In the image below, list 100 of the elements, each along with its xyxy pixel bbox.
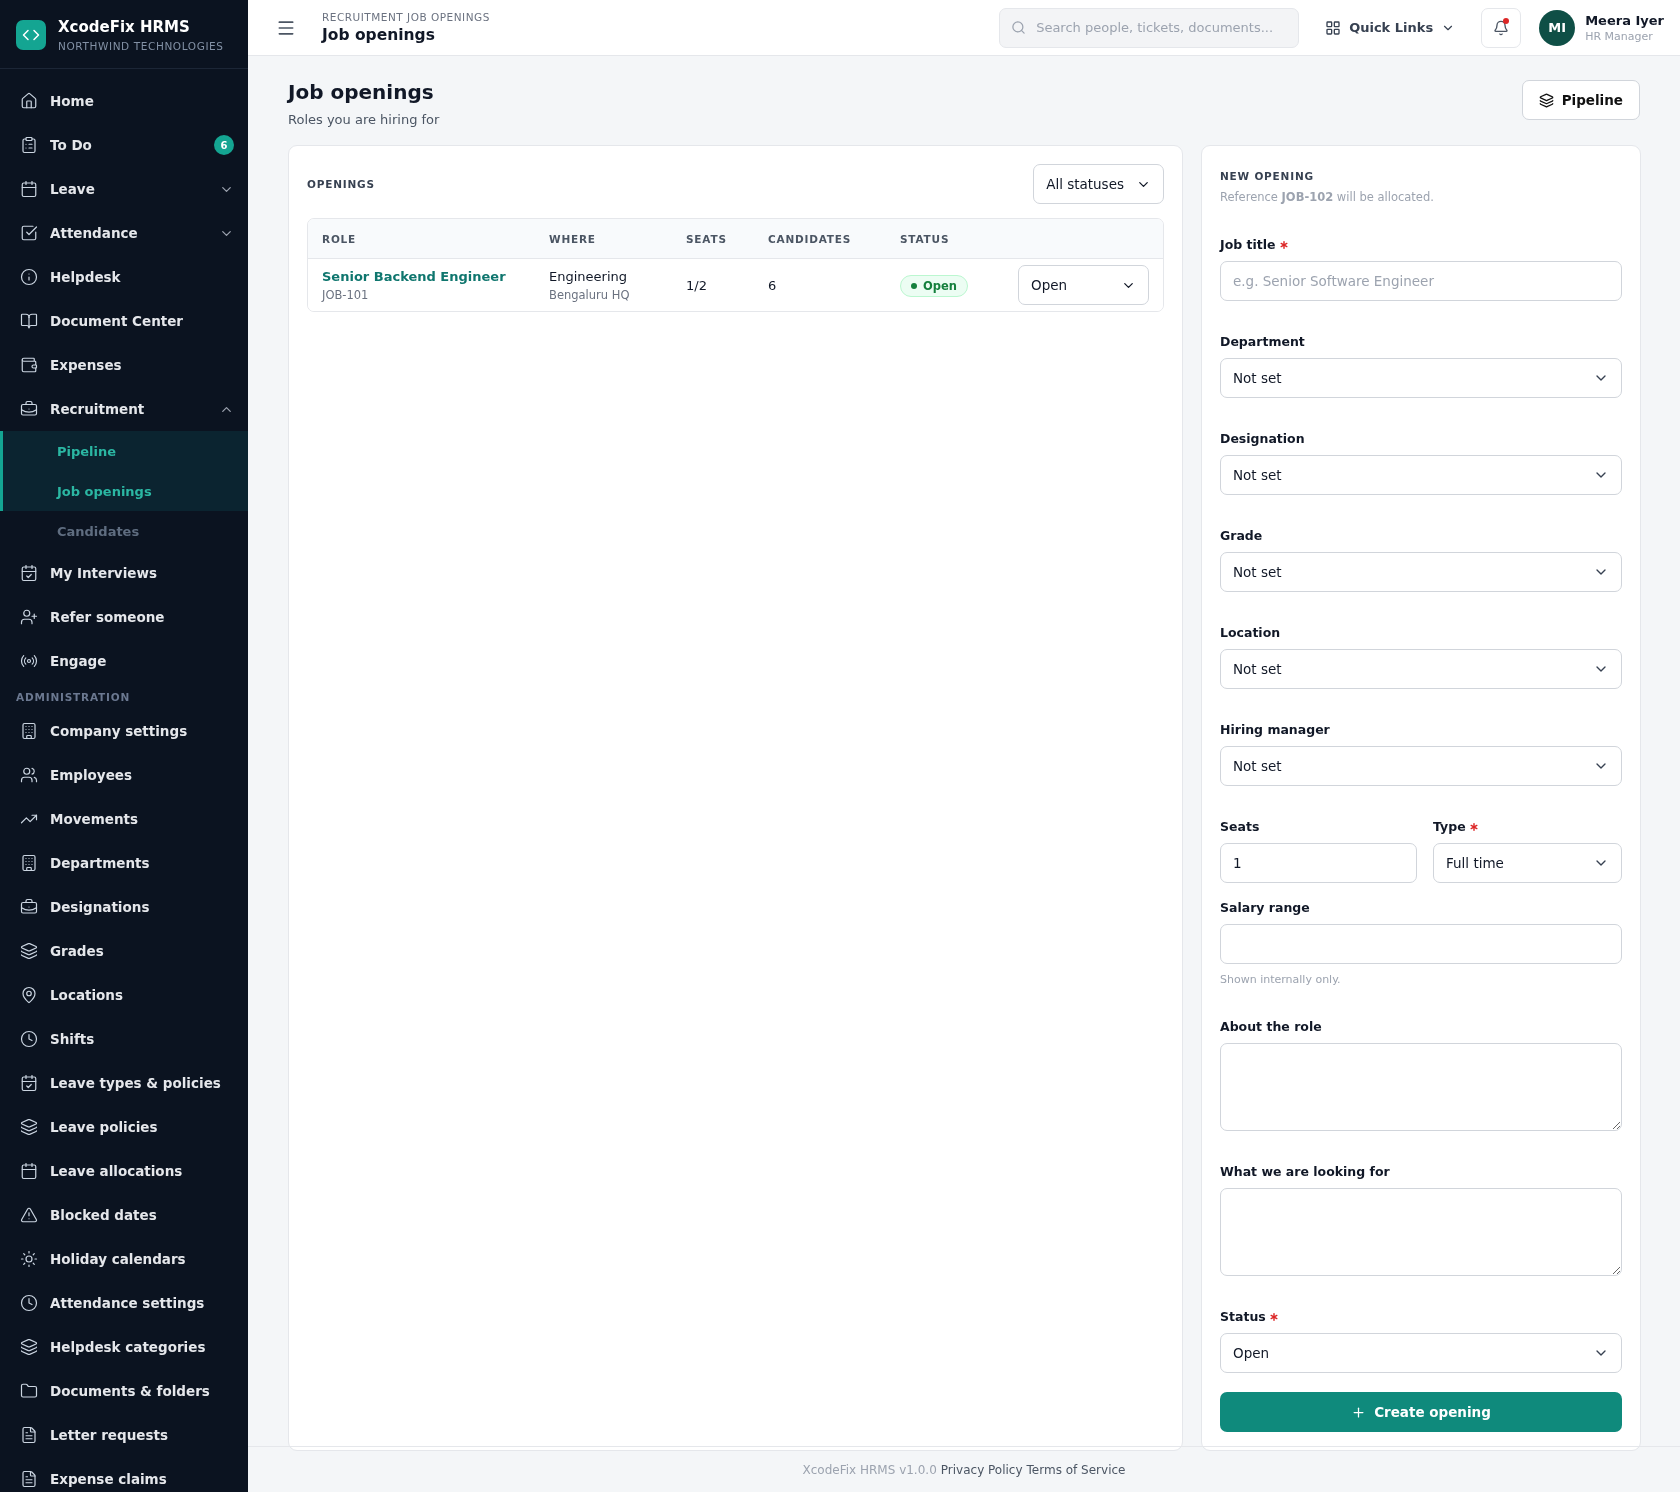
nav-label: Letter requests (50, 1427, 169, 1443)
required-icon (1279, 240, 1288, 249)
nav-label: Helpdesk categories (50, 1339, 207, 1355)
warning-icon (20, 1206, 38, 1224)
section-heading: ADMINISTRATION (15, 690, 131, 705)
select-field[interactable]: Not set (1220, 358, 1622, 398)
sun-icon (20, 1250, 38, 1268)
nav-item[interactable]: Helpdesk categories (0, 1325, 248, 1369)
nav-item[interactable]: My Interviews (0, 551, 248, 595)
avatar[interactable]: MI (1539, 9, 1576, 46)
nav-item[interactable]: Expense claims (0, 1457, 248, 1492)
role-link[interactable]: Senior Backend Engineer (322, 268, 549, 284)
status-select[interactable]: Open (1018, 265, 1149, 305)
nav-item[interactable]: To Do 6 (0, 123, 248, 167)
select-field[interactable]: Full time (1433, 843, 1622, 883)
nav-item[interactable]: Blocked dates (0, 1193, 248, 1237)
nav-label: Home (50, 93, 95, 109)
nav-label: Expense claims (50, 1471, 168, 1487)
select-field[interactable]: Not set (1220, 455, 1622, 495)
nav-item[interactable]: Leave allocations (0, 1149, 248, 1193)
nav-item[interactable]: Refer someone (0, 595, 248, 639)
nav-item[interactable]: Home (0, 79, 248, 123)
nav-item[interactable]: Locations (0, 973, 248, 1017)
status-filter[interactable]: All statuses (1033, 164, 1164, 204)
wallet-icon (20, 356, 38, 374)
field-label: Seats (1220, 819, 1261, 834)
nav-label: Recruitment (50, 401, 146, 417)
field-label: Department (1220, 334, 1306, 349)
department-text: Engineering (549, 268, 628, 284)
select-field[interactable]: Not set (1220, 649, 1622, 689)
nav-label: Shifts (50, 1031, 96, 1047)
nav-item[interactable]: Grades (0, 929, 248, 973)
nav-item[interactable]: Helpdesk (0, 255, 248, 299)
nav-item[interactable]: Company settings (0, 709, 248, 753)
input-field[interactable]: 1 (1220, 843, 1417, 883)
nav-item[interactable]: Attendance (0, 211, 248, 255)
nav-item[interactable]: Engage (0, 639, 248, 683)
nav-item[interactable]: Document Center (0, 299, 248, 343)
calendar-icon (20, 180, 38, 198)
column-header: SEATS (686, 232, 728, 245)
nav-label: Holiday calendars (50, 1251, 187, 1267)
pipeline-button[interactable]: Pipeline (1521, 80, 1640, 120)
field-label: About the role (1220, 1019, 1323, 1034)
nav-item[interactable]: Leave (0, 167, 248, 211)
card-title: OPENINGS (307, 178, 375, 190)
nav-item[interactable]: Holiday calendars (0, 1237, 248, 1281)
nav-item[interactable]: Departments (0, 841, 248, 885)
search-icon (1011, 19, 1027, 35)
nav-item[interactable]: Attendance settings (0, 1281, 248, 1325)
input-field[interactable] (1220, 924, 1622, 964)
layers-icon (20, 942, 38, 960)
field-label: Location (1220, 625, 1282, 640)
nav-item[interactable]: Designations (0, 885, 248, 929)
nav-label: Documents & folders (50, 1383, 211, 1399)
nav-subitem[interactable]: Job openings (0, 471, 248, 511)
breadcrumb: RECRUITMENT JOB OPENINGS (322, 11, 491, 23)
nav-label: Employees (50, 767, 133, 783)
document-icon (20, 1470, 38, 1488)
field-label: Salary range (1220, 900, 1311, 915)
job-code: JOB-101 (322, 287, 370, 302)
clipboard-icon (20, 136, 38, 154)
required-icon (1269, 1312, 1278, 1321)
search-field[interactable]: Search people, tickets, documents... (999, 7, 1300, 48)
column-header: STATUS (900, 232, 951, 245)
field-label: Hiring manager (1220, 722, 1331, 737)
quick-links-button[interactable]: Quick Links (1313, 19, 1468, 36)
nav-label: Departments (50, 855, 151, 871)
nav-subitem[interactable]: Candidates (0, 511, 248, 551)
select-field[interactable]: Open (1220, 1333, 1622, 1373)
nav-item[interactable]: Shifts (0, 1017, 248, 1061)
bell-icon (1493, 19, 1510, 36)
column-header: WHERE (549, 232, 597, 245)
nav-item[interactable]: Expenses (0, 343, 248, 387)
nav-item[interactable]: Leave policies (0, 1105, 248, 1149)
nav-item[interactable]: Leave types & policies (0, 1061, 248, 1105)
nav-subitem[interactable]: Pipeline (0, 431, 248, 471)
text-area[interactable] (1220, 1043, 1622, 1131)
nav-label: Refer someone (50, 609, 166, 625)
required-icon (1469, 822, 1478, 831)
layers-icon (20, 1338, 38, 1356)
nav-item[interactable]: Movements (0, 797, 248, 841)
select-field[interactable]: Not set (1220, 746, 1622, 786)
nav-label: Blocked dates (50, 1207, 158, 1223)
company-name: NORTHWIND TECHNOLOGIES (58, 40, 224, 52)
user-plus-icon (20, 608, 38, 626)
text-area[interactable] (1220, 1188, 1622, 1276)
users-icon (20, 766, 38, 784)
create-opening-button[interactable]: Create opening (1220, 1392, 1622, 1432)
footer-link[interactable]: Privacy Policy (940, 1462, 1023, 1477)
nav-item[interactable]: Documents & folders (0, 1369, 248, 1413)
select-field[interactable]: Not set (1220, 552, 1622, 592)
notifications-button[interactable] (1481, 7, 1522, 48)
map-pin-icon (20, 986, 38, 1004)
input-field[interactable]: e.g. Senior Software Engineer (1220, 261, 1622, 301)
nav-item[interactable]: Letter requests (0, 1413, 248, 1457)
nav-item[interactable]: Recruitment (0, 387, 248, 431)
user-role: HR Manager (1585, 29, 1654, 43)
building-icon (20, 854, 38, 872)
footer-link[interactable]: Terms of Service (1026, 1462, 1126, 1477)
nav-item[interactable]: Employees (0, 753, 248, 797)
